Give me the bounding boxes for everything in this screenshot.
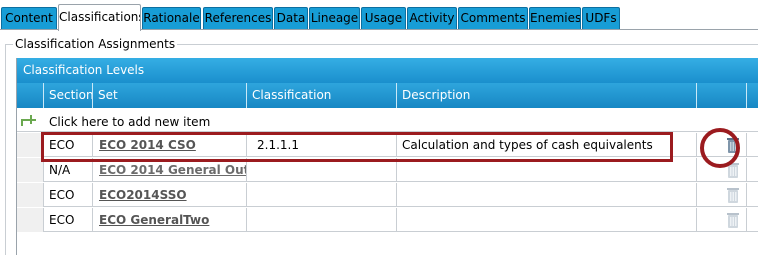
row-indicator xyxy=(17,208,44,232)
add-row-icon xyxy=(17,112,44,132)
tab-data[interactable]: Data xyxy=(274,7,308,29)
highlight-rectangle xyxy=(41,132,673,162)
group-title: Classification Assignments xyxy=(13,37,178,51)
cell-classification xyxy=(247,208,397,232)
tab-udfs[interactable]: UDFs xyxy=(582,7,620,29)
grid-title: Classification Levels xyxy=(17,58,758,83)
tab-lineage[interactable]: Lineage xyxy=(309,7,360,29)
cell-section: ECO xyxy=(44,183,93,207)
trash-can-icon[interactable] xyxy=(723,185,743,205)
cell-section: ECO xyxy=(44,208,93,232)
tab-usage[interactable]: Usage xyxy=(361,7,406,29)
tab-classifications[interactable]: Classifications xyxy=(58,4,141,31)
tab-activity[interactable]: Activity xyxy=(407,7,457,29)
column-header-delete xyxy=(697,83,747,108)
trash-can-icon[interactable] xyxy=(723,210,743,230)
column-header-classification[interactable]: Classification xyxy=(247,83,397,108)
tab-references[interactable]: References xyxy=(203,7,273,29)
tab-comments[interactable]: Comments xyxy=(458,7,528,29)
row-indicator xyxy=(17,183,44,207)
table-row[interactable]: ECO ECO GeneralTwo xyxy=(17,208,758,232)
add-new-item-label[interactable]: Click here to add new item xyxy=(49,112,210,132)
tab-content[interactable]: Content xyxy=(1,7,57,29)
column-header-set[interactable]: Set xyxy=(93,83,247,108)
tab-rationale[interactable]: Rationale xyxy=(142,7,201,29)
row-indicator xyxy=(17,158,44,182)
cell-set-link[interactable]: ECO2014SSO xyxy=(93,183,247,207)
tab-strip: Content Classifications Rationale Refere… xyxy=(0,0,758,31)
add-new-item-row[interactable]: Click here to add new item xyxy=(17,112,758,132)
cell-description xyxy=(397,183,697,207)
column-header-section[interactable]: Section xyxy=(44,83,93,108)
column-header-row: Section Set Classification Description xyxy=(17,83,758,108)
table-row[interactable]: ECO ECO2014SSO xyxy=(17,183,758,207)
row-indicator-header xyxy=(17,83,44,108)
cell-description xyxy=(397,208,697,232)
cell-classification xyxy=(247,183,397,207)
column-header-description[interactable]: Description xyxy=(397,83,697,108)
highlight-circle xyxy=(700,128,740,168)
cell-set-link[interactable]: ECO GeneralTwo xyxy=(93,208,247,232)
tab-enemies[interactable]: Enemies xyxy=(529,7,581,29)
row-indicator xyxy=(17,133,44,157)
